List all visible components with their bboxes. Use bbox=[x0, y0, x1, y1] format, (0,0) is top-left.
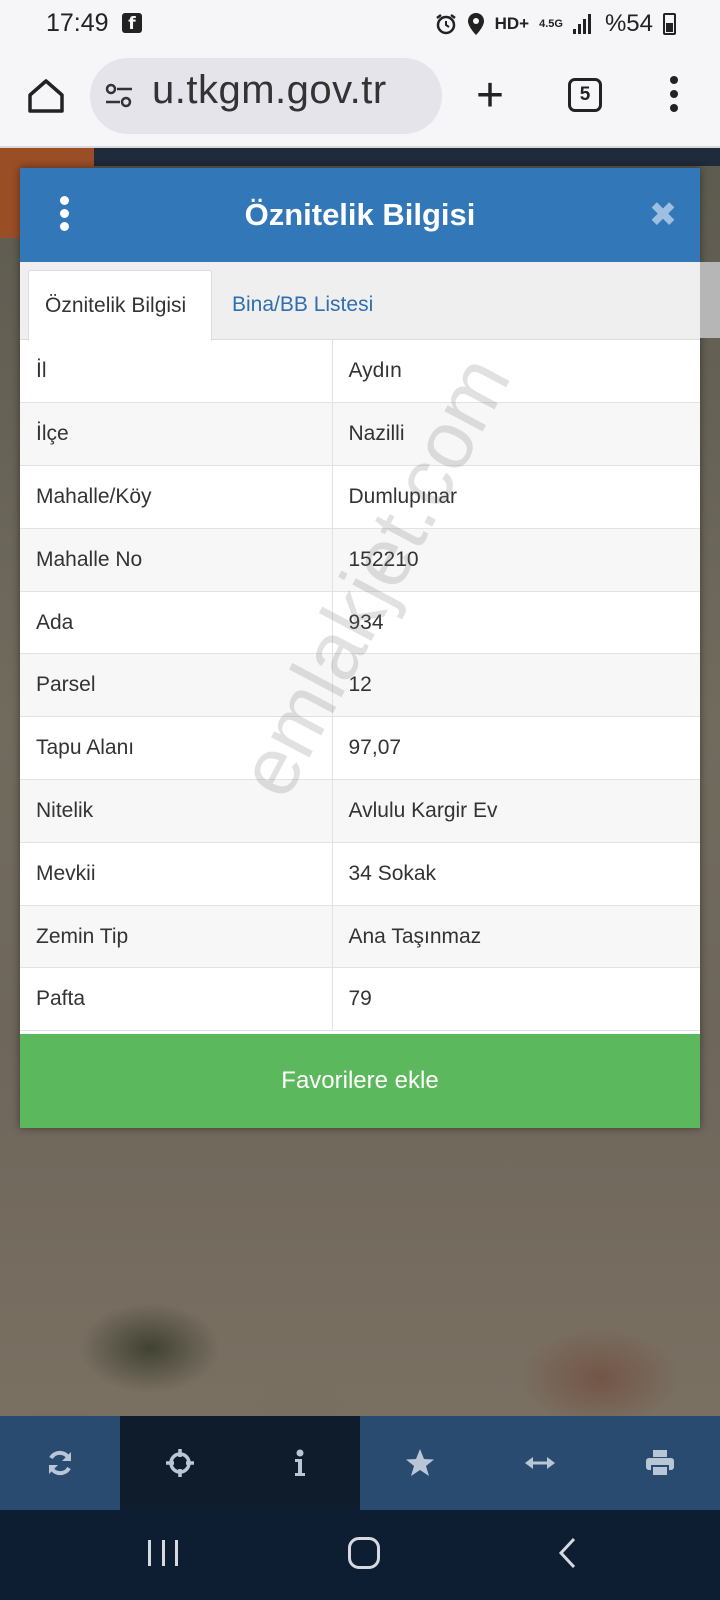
facebook-notification-icon: f bbox=[122, 13, 142, 34]
url-text: u.tkgm.gov.tr bbox=[152, 68, 387, 112]
table-row: Mevkii 34 Sokak bbox=[20, 842, 700, 906]
add-to-favorites-button[interactable]: Favorilere ekle bbox=[20, 1034, 700, 1128]
attribute-value: 79 bbox=[332, 967, 700, 1032]
modal-menu-icon[interactable] bbox=[56, 196, 72, 232]
attribute-value: 97,07 bbox=[332, 716, 700, 781]
attribute-key: Zemin Tip bbox=[20, 905, 333, 969]
favorites-button[interactable] bbox=[360, 1416, 480, 1510]
modal-header: Öznitelik Bilgisi ✖ bbox=[20, 168, 700, 262]
attribute-key: Parsel bbox=[20, 653, 333, 718]
new-tab-button[interactable]: + bbox=[468, 68, 512, 124]
status-bar: 17:49 f HD+ 4.5G %54 bbox=[0, 0, 720, 46]
tab-switcher-button[interactable]: 5 bbox=[568, 78, 602, 112]
table-row: Parsel 12 bbox=[20, 653, 700, 718]
star-icon bbox=[406, 1449, 434, 1476]
locate-button[interactable] bbox=[120, 1416, 240, 1510]
home-button[interactable] bbox=[24, 74, 68, 118]
attribute-key: Ada bbox=[20, 591, 333, 655]
table-row: İlçe Nazilli bbox=[20, 402, 700, 467]
table-row: Ada 934 bbox=[20, 591, 700, 655]
hd-voice-icon: HD+ bbox=[494, 14, 530, 33]
refresh-icon bbox=[49, 1450, 71, 1476]
table-row: Mahalle/Köy Dumlupınar bbox=[20, 465, 700, 529]
alarm-icon bbox=[435, 14, 456, 35]
attribute-value: 12 bbox=[332, 653, 700, 718]
info-icon bbox=[295, 1449, 305, 1476]
location-icon bbox=[467, 13, 484, 35]
status-icons: HD+ 4.5G %54 bbox=[435, 9, 676, 39]
table-row: İl Aydın bbox=[20, 340, 700, 404]
attribute-key: Mahalle/Köy bbox=[20, 465, 333, 529]
back-button[interactable] bbox=[556, 1536, 578, 1570]
tab-attribute-info[interactable]: Öznitelik Bilgisi bbox=[28, 270, 212, 341]
attribute-key: Tapu Alanı bbox=[20, 716, 333, 781]
map-toolbar bbox=[0, 1416, 720, 1510]
site-settings-icon[interactable] bbox=[104, 82, 134, 110]
attribute-value: Nazilli bbox=[332, 402, 700, 467]
signal-icon bbox=[572, 14, 595, 34]
attribute-value: Ana Taşınmaz bbox=[332, 905, 700, 969]
attribute-key: İlçe bbox=[20, 402, 333, 467]
refresh-button[interactable] bbox=[0, 1416, 120, 1510]
status-time: 17:49 bbox=[46, 9, 109, 37]
tab-building-list[interactable]: Bina/BB Listesi bbox=[216, 270, 389, 341]
info-button[interactable] bbox=[240, 1416, 360, 1510]
battery-percent: %54 bbox=[604, 10, 653, 37]
attribute-value: Aydın bbox=[332, 340, 700, 404]
attribute-value: 934 bbox=[332, 591, 700, 655]
attribute-table: İl Aydın İlçe Nazilli Mahalle/Köy Dumlupına… bbox=[20, 340, 700, 1032]
scrollbar-thumb[interactable] bbox=[700, 262, 720, 338]
table-row: Mahalle No 152210 bbox=[20, 528, 700, 592]
table-row: Pafta 79 bbox=[20, 967, 700, 1032]
recent-apps-button[interactable] bbox=[148, 1540, 178, 1566]
attribute-key: İl bbox=[20, 340, 333, 404]
measure-button[interactable] bbox=[480, 1416, 600, 1510]
battery-icon bbox=[663, 13, 676, 35]
table-row: Zemin Tip Ana Taşınmaz bbox=[20, 905, 700, 969]
attribute-value: Avlulu Kargir Ev bbox=[332, 779, 700, 843]
table-row: Nitelik Avlulu Kargir Ev bbox=[20, 779, 700, 843]
attribute-key: Nitelik bbox=[20, 779, 333, 843]
browser-menu-button[interactable] bbox=[662, 76, 686, 116]
home-nav-button[interactable] bbox=[348, 1537, 380, 1569]
attribute-value: 152210 bbox=[332, 528, 700, 592]
system-nav-bar bbox=[0, 1510, 720, 1600]
table-row: Tapu Alanı 97,07 bbox=[20, 716, 700, 781]
map-overlay-strip bbox=[94, 148, 720, 166]
browser-toolbar: u.tkgm.gov.tr + 5 bbox=[0, 46, 720, 148]
attribute-value: 34 Sokak bbox=[332, 842, 700, 906]
modal-title: Öznitelik Bilgisi bbox=[244, 197, 476, 232]
crosshair-icon bbox=[166, 1449, 194, 1477]
close-button[interactable]: ✖ bbox=[648, 198, 678, 232]
attribute-key: Mevkii bbox=[20, 842, 333, 906]
attribute-info-modal: Öznitelik Bilgisi ✖ Öznitelik Bilgisi Bi… bbox=[20, 168, 720, 1128]
address-bar[interactable]: u.tkgm.gov.tr bbox=[90, 58, 442, 134]
print-icon bbox=[646, 1450, 674, 1477]
measure-arrows-icon bbox=[525, 1457, 555, 1469]
attribute-value: Dumlupınar bbox=[332, 465, 700, 529]
print-button[interactable] bbox=[600, 1416, 720, 1510]
network-type-label: 4.5G bbox=[539, 18, 563, 30]
modal-tabs: Öznitelik Bilgisi Bina/BB Listesi bbox=[20, 262, 720, 341]
attribute-key: Mahalle No bbox=[20, 528, 333, 592]
attribute-key: Pafta bbox=[20, 967, 333, 1032]
